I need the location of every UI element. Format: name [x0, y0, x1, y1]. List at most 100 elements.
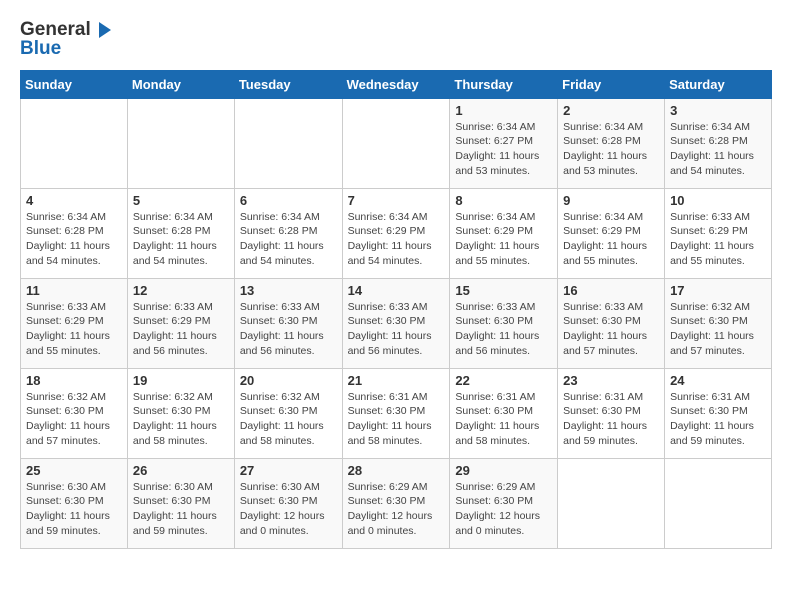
- day-detail: Sunrise: 6:34 AM Sunset: 6:29 PM Dayligh…: [455, 210, 552, 269]
- day-cell: 5 Sunrise: 6:34 AM Sunset: 6:28 PM Daylig…: [127, 188, 234, 278]
- day-number: 5: [133, 193, 229, 208]
- day-cell: 13 Sunrise: 6:33 AM Sunset: 6:30 PM Dayli…: [234, 278, 342, 368]
- header-wednesday: Wednesday: [342, 70, 450, 98]
- day-number: 21: [348, 373, 445, 388]
- day-cell: 24 Sunrise: 6:31 AM Sunset: 6:30 PM Dayli…: [665, 368, 772, 458]
- day-cell: 9 Sunrise: 6:34 AM Sunset: 6:29 PM Daylig…: [558, 188, 665, 278]
- day-detail: Sunrise: 6:34 AM Sunset: 6:28 PM Dayligh…: [133, 210, 229, 269]
- day-number: 25: [26, 463, 122, 478]
- day-detail: Sunrise: 6:33 AM Sunset: 6:30 PM Dayligh…: [563, 300, 659, 359]
- day-number: 6: [240, 193, 337, 208]
- day-number: 19: [133, 373, 229, 388]
- day-number: 2: [563, 103, 659, 118]
- day-number: 27: [240, 463, 337, 478]
- day-number: 13: [240, 283, 337, 298]
- week-row-2: 4 Sunrise: 6:34 AM Sunset: 6:28 PM Daylig…: [21, 188, 772, 278]
- day-number: 3: [670, 103, 766, 118]
- day-number: 15: [455, 283, 552, 298]
- day-cell: 7 Sunrise: 6:34 AM Sunset: 6:29 PM Daylig…: [342, 188, 450, 278]
- day-detail: Sunrise: 6:34 AM Sunset: 6:27 PM Dayligh…: [455, 120, 552, 179]
- day-detail: Sunrise: 6:34 AM Sunset: 6:28 PM Dayligh…: [240, 210, 337, 269]
- day-cell: 18Sunrise: 6:32 AM Sunset: 6:30 PM Dayli…: [21, 368, 128, 458]
- day-detail: Sunrise: 6:31 AM Sunset: 6:30 PM Dayligh…: [670, 390, 766, 449]
- day-number: 4: [26, 193, 122, 208]
- day-detail: Sunrise: 6:29 AM Sunset: 6:30 PM Dayligh…: [455, 480, 552, 539]
- day-detail: Sunrise: 6:34 AM Sunset: 6:29 PM Dayligh…: [348, 210, 445, 269]
- day-cell: 25Sunrise: 6:30 AM Sunset: 6:30 PM Dayli…: [21, 458, 128, 548]
- day-detail: Sunrise: 6:33 AM Sunset: 6:29 PM Dayligh…: [670, 210, 766, 269]
- day-cell: 8 Sunrise: 6:34 AM Sunset: 6:29 PM Daylig…: [450, 188, 558, 278]
- header-tuesday: Tuesday: [234, 70, 342, 98]
- day-detail: Sunrise: 6:29 AM Sunset: 6:30 PM Dayligh…: [348, 480, 445, 539]
- day-detail: Sunrise: 6:33 AM Sunset: 6:30 PM Dayligh…: [455, 300, 552, 359]
- day-detail: Sunrise: 6:30 AM Sunset: 6:30 PM Dayligh…: [133, 480, 229, 539]
- day-number: 11: [26, 283, 122, 298]
- day-number: 7: [348, 193, 445, 208]
- day-number: 24: [670, 373, 766, 388]
- day-number: 8: [455, 193, 552, 208]
- day-cell: [127, 98, 234, 188]
- day-cell: 2 Sunrise: 6:34 AM Sunset: 6:28 PM Daylig…: [558, 98, 665, 188]
- day-number: 22: [455, 373, 552, 388]
- day-number: 23: [563, 373, 659, 388]
- day-cell: 16 Sunrise: 6:33 AM Sunset: 6:30 PM Dayli…: [558, 278, 665, 368]
- day-cell: 21 Sunrise: 6:31 AM Sunset: 6:30 PM Dayli…: [342, 368, 450, 458]
- day-number: 9: [563, 193, 659, 208]
- days-header-row: SundayMondayTuesdayWednesdayThursdayFrid…: [21, 70, 772, 98]
- day-detail: Sunrise: 6:33 AM Sunset: 6:30 PM Dayligh…: [348, 300, 445, 359]
- day-cell: 22 Sunrise: 6:31 AM Sunset: 6:30 PM Dayli…: [450, 368, 558, 458]
- day-detail: Sunrise: 6:32 AM Sunset: 6:30 PM Dayligh…: [133, 390, 229, 449]
- day-detail: Sunrise: 6:33 AM Sunset: 6:29 PM Dayligh…: [133, 300, 229, 359]
- day-cell: 4 Sunrise: 6:34 AM Sunset: 6:28 PM Daylig…: [21, 188, 128, 278]
- header-thursday: Thursday: [450, 70, 558, 98]
- day-number: 28: [348, 463, 445, 478]
- week-row-1: 1 Sunrise: 6:34 AM Sunset: 6:27 PM Daylig…: [21, 98, 772, 188]
- day-cell: 15 Sunrise: 6:33 AM Sunset: 6:30 PM Dayli…: [450, 278, 558, 368]
- logo: General Blue: [20, 20, 113, 60]
- header: General Blue: [20, 20, 772, 60]
- day-detail: Sunrise: 6:34 AM Sunset: 6:28 PM Dayligh…: [670, 120, 766, 179]
- header-sunday: Sunday: [21, 70, 128, 98]
- day-cell: 19 Sunrise: 6:32 AM Sunset: 6:30 PM Dayli…: [127, 368, 234, 458]
- day-detail: Sunrise: 6:33 AM Sunset: 6:30 PM Dayligh…: [240, 300, 337, 359]
- day-cell: [234, 98, 342, 188]
- logo-chevron-icon: [93, 20, 113, 40]
- week-row-4: 18Sunrise: 6:32 AM Sunset: 6:30 PM Dayli…: [21, 368, 772, 458]
- day-cell: 3 Sunrise: 6:34 AM Sunset: 6:28 PM Daylig…: [665, 98, 772, 188]
- day-cell: 1 Sunrise: 6:34 AM Sunset: 6:27 PM Daylig…: [450, 98, 558, 188]
- day-detail: Sunrise: 6:32 AM Sunset: 6:30 PM Dayligh…: [670, 300, 766, 359]
- day-cell: [342, 98, 450, 188]
- day-number: 17: [670, 283, 766, 298]
- day-number: 16: [563, 283, 659, 298]
- day-number: 20: [240, 373, 337, 388]
- day-cell: 14 Sunrise: 6:33 AM Sunset: 6:30 PM Dayli…: [342, 278, 450, 368]
- day-number: 1: [455, 103, 552, 118]
- day-detail: Sunrise: 6:34 AM Sunset: 6:29 PM Dayligh…: [563, 210, 659, 269]
- day-cell: 26Sunrise: 6:30 AM Sunset: 6:30 PM Dayli…: [127, 458, 234, 548]
- day-detail: Sunrise: 6:32 AM Sunset: 6:30 PM Dayligh…: [26, 390, 122, 449]
- day-detail: Sunrise: 6:31 AM Sunset: 6:30 PM Dayligh…: [563, 390, 659, 449]
- header-monday: Monday: [127, 70, 234, 98]
- day-cell: 17 Sunrise: 6:32 AM Sunset: 6:30 PM Dayli…: [665, 278, 772, 368]
- day-detail: Sunrise: 6:31 AM Sunset: 6:30 PM Dayligh…: [455, 390, 552, 449]
- week-row-5: 25 Sunrise: 6:30 AM Sunset: 6:30 PM Dayli…: [21, 458, 772, 548]
- header-friday: Friday: [558, 70, 665, 98]
- day-detail: Sunrise: 6:30 AM Sunset: 6:30 PM Dayligh…: [240, 480, 337, 539]
- day-detail: Sunrise: 6:33 AM Sunset: 6:29 PM Dayligh…: [26, 300, 122, 359]
- day-cell: 20 Sunrise: 6:32 AM Sunset: 6:30 PM Dayli…: [234, 368, 342, 458]
- day-cell: [558, 458, 665, 548]
- header-saturday: Saturday: [665, 70, 772, 98]
- day-detail: Sunrise: 6:34 AM Sunset: 6:28 PM Dayligh…: [26, 210, 122, 269]
- day-detail: Sunrise: 6:32 AM Sunset: 6:30 PM Dayligh…: [240, 390, 337, 449]
- day-cell: 12Sunrise: 6:33 AM Sunset: 6:29 PM Dayli…: [127, 278, 234, 368]
- day-cell: 10Sunrise: 6:33 AM Sunset: 6:29 PM Dayli…: [665, 188, 772, 278]
- day-detail: Sunrise: 6:31 AM Sunset: 6:30 PM Dayligh…: [348, 390, 445, 449]
- day-cell: 27 Sunrise: 6:30 AM Sunset: 6:30 PM Dayli…: [234, 458, 342, 548]
- day-cell: 6 Sunrise: 6:34 AM Sunset: 6:28 PM Daylig…: [234, 188, 342, 278]
- day-cell: [21, 98, 128, 188]
- day-detail: Sunrise: 6:34 AM Sunset: 6:28 PM Dayligh…: [563, 120, 659, 179]
- day-cell: 28 Sunrise: 6:29 AM Sunset: 6:30 PM Dayli…: [342, 458, 450, 548]
- day-number: 14: [348, 283, 445, 298]
- logo-blue-text: Blue: [20, 39, 113, 60]
- calendar-table: SundayMondayTuesdayWednesdayThursdayFrid…: [20, 70, 772, 549]
